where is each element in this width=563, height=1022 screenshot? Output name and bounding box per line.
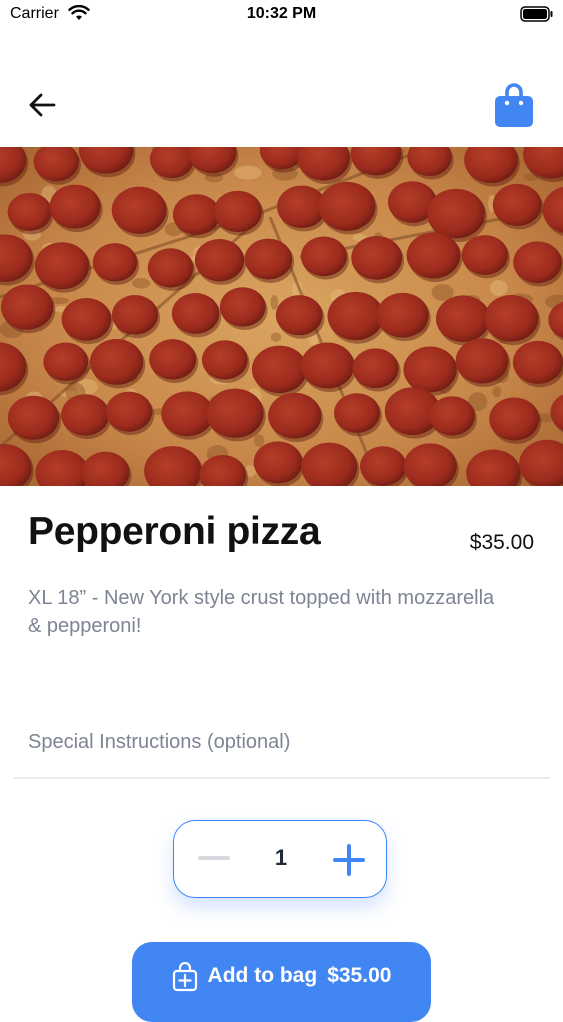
minus-icon — [198, 856, 230, 860]
product-image — [0, 147, 563, 486]
back-button[interactable] — [22, 86, 62, 124]
arrow-left-icon — [29, 93, 56, 117]
quantity-value: 1 — [274, 845, 288, 870]
product-description: XL 18” - New York style crust topped wit… — [28, 587, 495, 637]
shopping-bag-button[interactable] — [490, 80, 538, 130]
decrease-quantity-button[interactable] — [194, 841, 234, 877]
add-to-bag-button[interactable]: Add to bag $35.00 — [132, 942, 431, 1022]
product-price: $35.00 — [469, 531, 534, 554]
status-time: 10:32 PM — [246, 5, 317, 22]
add-to-bag-label: Add to bag — [207, 964, 318, 987]
status-bar: Carrier 10:32 PM — [0, 0, 563, 30]
plus-icon — [333, 844, 365, 876]
battery-icon — [520, 6, 553, 22]
product-title: Pepperoni pizza — [28, 510, 321, 553]
bag-plus-icon — [172, 962, 197, 992]
quantity-stepper: 1 — [173, 820, 387, 898]
increase-quantity-button[interactable] — [329, 841, 369, 879]
shopping-bag-icon — [495, 83, 533, 127]
special-instructions-input[interactable] — [28, 731, 528, 754]
add-to-bag-price: $35.00 — [327, 964, 392, 987]
divider — [14, 777, 550, 779]
